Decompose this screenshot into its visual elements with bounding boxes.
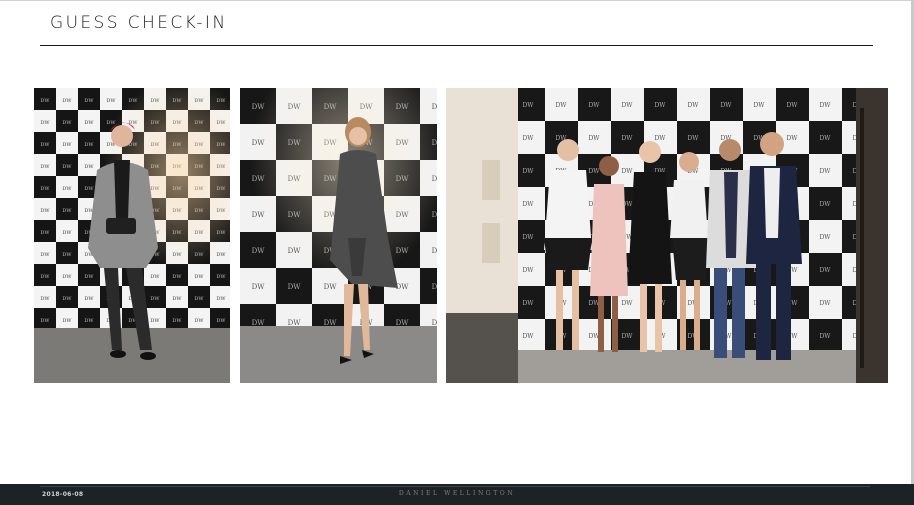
- guest-photo-2: DW DW DW DW: [240, 88, 437, 383]
- guest-photo-1: DW DW DW DW: [34, 88, 230, 383]
- group-photo: DW DW DW DW: [446, 88, 888, 383]
- slide-top-border: [0, 0, 914, 1]
- footer-brand: DANIEL WELLINGTON: [398, 490, 516, 497]
- footer-bar: 2018-06-08 DANIEL WELLINGTON: [0, 484, 914, 505]
- footer-divider: [40, 486, 870, 487]
- title-divider: [40, 45, 873, 46]
- slide-title: GUESS CHECK-IN: [50, 13, 228, 33]
